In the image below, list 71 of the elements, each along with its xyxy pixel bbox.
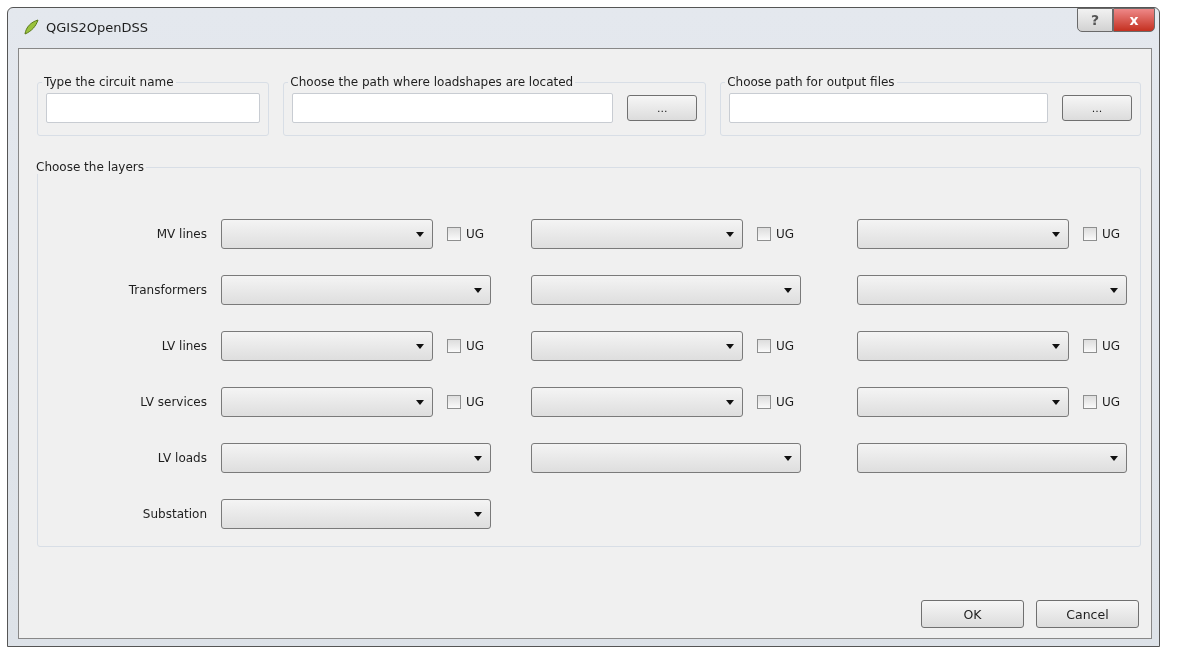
- caret-icon: [784, 287, 792, 293]
- group-title: Choose the layers: [35, 160, 145, 174]
- caret-icon: [726, 399, 734, 405]
- checkbox-label: UG: [466, 339, 485, 353]
- checkbox[interactable]: [757, 395, 771, 409]
- dropdown[interactable]: [531, 219, 743, 249]
- checkbox-label: UG: [1102, 227, 1121, 241]
- dropdown[interactable]: [221, 219, 433, 249]
- help-button[interactable]: ?: [1077, 8, 1113, 32]
- window-title: QGIS2OpenDSS: [46, 19, 148, 35]
- input-field[interactable]: [46, 93, 261, 123]
- caret-icon: [784, 455, 792, 461]
- checkbox[interactable]: [1083, 227, 1097, 241]
- checkbox[interactable]: [447, 395, 461, 409]
- field-label: LV services: [139, 395, 208, 409]
- field-label: LV loads: [156, 451, 208, 465]
- checkbox[interactable]: [1083, 339, 1097, 353]
- group-title: Type the circuit name: [43, 75, 175, 89]
- caret-icon: [1052, 343, 1060, 349]
- group-title: Choose the path where loadshapes are located: [289, 75, 575, 89]
- input-field[interactable]: [292, 93, 614, 123]
- caret-icon: [474, 287, 482, 293]
- dropdown[interactable]: [857, 443, 1127, 473]
- caret-icon: [474, 455, 482, 461]
- caret-icon: [474, 511, 482, 517]
- browse-button[interactable]: ...: [627, 95, 698, 121]
- browse-button[interactable]: ...: [1062, 95, 1132, 121]
- dropdown[interactable]: [857, 387, 1069, 417]
- caret-icon: [1110, 455, 1118, 461]
- caret-icon: [1110, 287, 1118, 293]
- checkbox-label: UG: [466, 395, 485, 409]
- checkbox[interactable]: [757, 227, 771, 241]
- checkbox-label: UG: [776, 395, 795, 409]
- caret-icon: [416, 231, 424, 237]
- checkbox[interactable]: [757, 339, 771, 353]
- caret-icon: [726, 343, 734, 349]
- checkbox-label: UG: [776, 227, 795, 241]
- dialog-button[interactable]: OK: [921, 600, 1024, 628]
- checkbox-label: UG: [1102, 395, 1121, 409]
- field-label: Substation: [141, 507, 208, 521]
- caret-icon: [416, 343, 424, 349]
- field-label: MV lines: [155, 227, 208, 241]
- group-title: Choose path for output files: [726, 75, 896, 89]
- checkbox-label: UG: [1102, 339, 1121, 353]
- dropdown[interactable]: [857, 331, 1069, 361]
- leaf-icon: [22, 18, 40, 36]
- dropdown[interactable]: [221, 275, 491, 305]
- caret-icon: [416, 399, 424, 405]
- dropdown[interactable]: [221, 443, 491, 473]
- dialog-button[interactable]: Cancel: [1036, 600, 1139, 628]
- dropdown[interactable]: [531, 275, 801, 305]
- caret-icon: [1052, 399, 1060, 405]
- dropdown[interactable]: [221, 387, 433, 417]
- dropdown[interactable]: [221, 331, 433, 361]
- dropdown[interactable]: [531, 443, 801, 473]
- field-label: Transformers: [127, 283, 208, 297]
- checkbox[interactable]: [447, 339, 461, 353]
- input-field[interactable]: [729, 93, 1048, 123]
- dropdown[interactable]: [531, 331, 743, 361]
- checkbox-label: UG: [776, 339, 795, 353]
- caret-icon: [1052, 231, 1060, 237]
- checkbox[interactable]: [1083, 395, 1097, 409]
- dropdown[interactable]: [857, 275, 1127, 305]
- dropdown[interactable]: [531, 387, 743, 417]
- dropdown[interactable]: [857, 219, 1069, 249]
- field-label: LV lines: [160, 339, 208, 353]
- close-button[interactable]: x: [1113, 8, 1155, 32]
- checkbox[interactable]: [447, 227, 461, 241]
- caret-icon: [726, 231, 734, 237]
- checkbox-label: UG: [466, 227, 485, 241]
- dropdown[interactable]: [221, 499, 491, 529]
